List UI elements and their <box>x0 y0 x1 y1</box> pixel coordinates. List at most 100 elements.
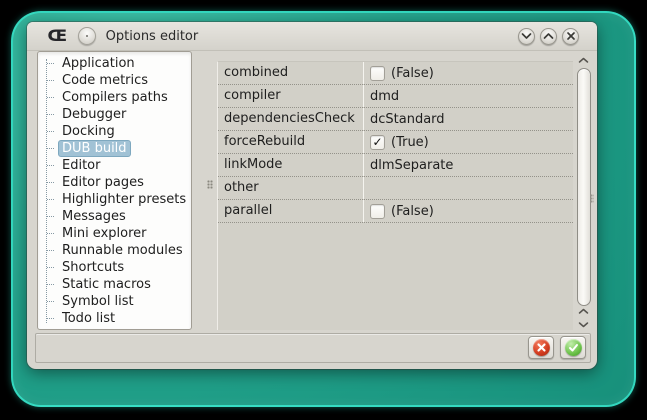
tree-branch-icon <box>47 182 54 183</box>
accept-button[interactable] <box>560 336 586 359</box>
close-icon <box>566 31 576 41</box>
close-button[interactable] <box>562 27 579 45</box>
property-name[interactable]: parallel <box>218 200 364 222</box>
cancel-button[interactable] <box>528 336 554 359</box>
tree-branch-icon <box>47 301 54 302</box>
minimize-button[interactable] <box>518 27 535 45</box>
property-value: dmd <box>370 88 400 104</box>
sidebar-item-label: Editor <box>62 158 101 173</box>
cancel-circle-icon <box>532 339 550 356</box>
sidebar-item-messages[interactable]: Messages <box>38 208 191 225</box>
scroll-down-button[interactable] <box>575 317 592 330</box>
property-name[interactable]: linkMode <box>218 154 364 176</box>
window-controls <box>518 27 579 45</box>
chevron-up-icon <box>543 32 554 40</box>
property-name[interactable]: combined <box>218 62 364 84</box>
tree-branch-icon <box>47 97 54 98</box>
accept-circle-icon <box>564 339 582 356</box>
sidebar-item-application[interactable]: Application <box>38 55 191 72</box>
vertical-scrollbar[interactable] <box>575 53 592 330</box>
sidebar-item-static-macros[interactable]: Static macros <box>38 276 191 293</box>
maximize-button[interactable] <box>540 27 557 45</box>
property-value-cell[interactable]: ✓ (True) <box>364 131 573 153</box>
property-value: (True) <box>391 134 429 150</box>
sidebar-item-label: Mini explorer <box>62 226 147 241</box>
splitter-grip[interactable] <box>207 180 213 189</box>
sidebar-list: Application Code metrics Compilers paths… <box>38 52 191 327</box>
sidebar-item-todo-list[interactable]: Todo list <box>38 310 191 327</box>
window-title: Options editor <box>105 28 199 44</box>
checkbox[interactable] <box>370 65 385 81</box>
property-value-cell[interactable]: dlmSeparate <box>364 154 573 176</box>
sidebar-item-label: Runnable modules <box>62 243 183 258</box>
options-editor-window: Œ Options editor Application Code metric… <box>27 22 597 369</box>
sidebar-item-dub-build[interactable]: DUB build <box>38 140 191 157</box>
window-resize-grip[interactable] <box>590 194 594 203</box>
sidebar-item-compilers-paths[interactable]: Compilers paths <box>38 89 191 106</box>
sidebar-item-label: Highlighter presets <box>62 192 187 207</box>
property-value-cell[interactable] <box>364 177 573 199</box>
scroll-up-button[interactable] <box>575 53 592 66</box>
property-value-cell[interactable]: dmd <box>364 85 573 107</box>
property-name[interactable]: other <box>218 177 364 199</box>
property-value-cell[interactable]: (False) <box>364 200 573 222</box>
property-grid[interactable]: combined (False) compiler dmd dependenci… <box>217 61 573 330</box>
sidebar-item-label: DUB build <box>58 140 131 157</box>
sidebar-item-label: Debugger <box>62 107 127 122</box>
property-value: dcStandard <box>370 111 445 127</box>
property-name[interactable]: forceRebuild <box>218 131 364 153</box>
sidebar-item-highlighter-presets[interactable]: Highlighter presets <box>38 191 191 208</box>
sidebar-item-label: Symbol list <box>62 294 134 309</box>
property-name[interactable]: dependenciesCheck <box>218 108 364 130</box>
sidebar-item-docking[interactable]: Docking <box>38 123 191 140</box>
tree-branch-icon <box>47 267 54 268</box>
sidebar-item-editor-pages[interactable]: Editor pages <box>38 174 191 191</box>
tree-branch-icon <box>47 250 54 251</box>
sidebar-item-debugger[interactable]: Debugger <box>38 106 191 123</box>
tree-branch-icon <box>47 284 54 285</box>
sidebar-item-code-metrics[interactable]: Code metrics <box>38 72 191 89</box>
property-row-compiler[interactable]: compiler dmd <box>218 85 573 108</box>
sidebar-item-label: Code metrics <box>62 73 149 88</box>
tree-branch-icon <box>47 165 54 166</box>
sidebar-item-label: Messages <box>62 209 126 224</box>
scrollbar-thumb[interactable] <box>577 68 591 306</box>
tree-branch-icon <box>47 216 54 217</box>
property-name[interactable]: compiler <box>218 85 364 107</box>
tree-branch-icon <box>47 131 54 132</box>
scrollbar-bottom-buttons <box>575 304 592 330</box>
categories-listbox[interactable]: Application Code metrics Compilers paths… <box>37 51 192 330</box>
tree-branch-icon <box>47 199 54 200</box>
property-value: (False) <box>391 65 434 81</box>
property-row-parallel[interactable]: parallel (False) <box>218 200 573 223</box>
sidebar-item-shortcuts[interactable]: Shortcuts <box>38 259 191 276</box>
tree-branch-icon <box>47 233 54 234</box>
titlebar[interactable]: Œ Options editor <box>27 22 597 51</box>
property-value-cell[interactable]: dcStandard <box>364 108 573 130</box>
window-menu-button[interactable] <box>77 27 96 45</box>
sidebar-item-symbol-list[interactable]: Symbol list <box>38 293 191 310</box>
checkbox[interactable] <box>370 203 385 219</box>
property-row-dependenciesCheck[interactable]: dependenciesCheck dcStandard <box>218 108 573 131</box>
sidebar-item-runnable-modules[interactable]: Runnable modules <box>38 242 191 259</box>
chevron-down-icon <box>521 32 532 40</box>
property-row-linkMode[interactable]: linkMode dlmSeparate <box>218 154 573 177</box>
sidebar-item-label: Static macros <box>62 277 151 292</box>
chevron-down-icon <box>578 316 589 331</box>
property-value-cell[interactable]: (False) <box>364 62 573 84</box>
tree-branch-icon <box>47 114 54 115</box>
property-value: (False) <box>391 203 434 219</box>
property-row-forceRebuild[interactable]: forceRebuild ✓ (True) <box>218 131 573 154</box>
tree-branch-icon <box>47 148 54 149</box>
chevron-up-icon <box>578 52 589 67</box>
sidebar-item-label: Application <box>62 56 135 71</box>
sidebar-item-mini-explorer[interactable]: Mini explorer <box>38 225 191 242</box>
sidebar-item-editor[interactable]: Editor <box>38 157 191 174</box>
sidebar-item-label: Editor pages <box>62 175 144 190</box>
sidebar-item-label: Shortcuts <box>62 260 125 275</box>
screenshot-stage: Œ Options editor Application Code metric… <box>0 0 647 420</box>
sidebar-item-label: Docking <box>62 124 115 139</box>
checkbox[interactable]: ✓ <box>370 134 385 150</box>
property-row-combined[interactable]: combined (False) <box>218 62 573 85</box>
property-row-other[interactable]: other <box>218 177 573 200</box>
